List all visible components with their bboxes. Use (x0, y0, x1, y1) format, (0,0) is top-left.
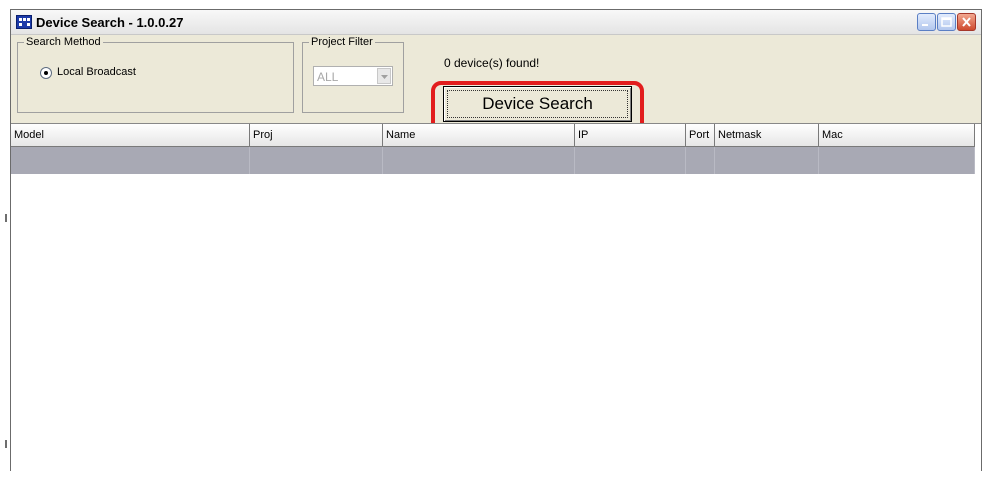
column-header-name[interactable]: Name (383, 124, 575, 147)
column-header-ip[interactable]: IP (575, 124, 686, 147)
grid-app-icon (16, 15, 32, 29)
column-header-port[interactable]: Port (686, 124, 715, 147)
project-filter-value: ALL (317, 70, 339, 84)
minimize-icon (922, 24, 928, 26)
edge-mark (5, 440, 7, 448)
close-button[interactable] (957, 13, 976, 31)
chevron-down-icon (381, 75, 388, 79)
table-row[interactable] (11, 147, 975, 174)
edge-mark (5, 214, 7, 222)
project-filter-label: Project Filter (309, 36, 375, 48)
project-filter-dropdown-button[interactable] (377, 68, 391, 84)
devices-found-status: 0 device(s) found! (444, 56, 540, 70)
column-header-proj[interactable]: Proj (250, 124, 383, 147)
title-bar[interactable]: Device Search - 1.0.0.27 (11, 10, 981, 35)
table-cell (250, 147, 383, 174)
local-broadcast-label[interactable]: Local Broadcast (57, 66, 136, 78)
local-broadcast-radio[interactable] (40, 67, 52, 79)
window-title: Device Search - 1.0.0.27 (36, 15, 184, 30)
close-icon (962, 17, 971, 27)
maximize-button[interactable] (937, 13, 956, 31)
table-cell (686, 147, 715, 174)
minimize-button[interactable] (917, 13, 936, 31)
column-header-netmask[interactable]: Netmask (715, 124, 819, 147)
project-filter-group: Project Filter ALL (302, 36, 404, 113)
device-table: Model Proj Name IP Port Netmask Mac (11, 123, 981, 471)
table-cell (11, 147, 250, 174)
column-header-mac[interactable]: Mac (819, 124, 975, 147)
table-cell (715, 147, 819, 174)
maximize-icon (941, 17, 952, 27)
device-search-button[interactable]: Device Search (443, 86, 632, 122)
search-method-label: Search Method (24, 36, 103, 48)
table-cell (575, 147, 686, 174)
app-window: Device Search - 1.0.0.27 Search Method L… (10, 9, 982, 471)
device-search-button-label: Device Search (447, 90, 628, 118)
column-header-model[interactable]: Model (11, 124, 250, 147)
search-method-group: Search Method Local Broadcast (17, 36, 294, 113)
table-cell (383, 147, 575, 174)
table-cell (819, 147, 975, 174)
project-filter-select[interactable]: ALL (313, 66, 393, 86)
